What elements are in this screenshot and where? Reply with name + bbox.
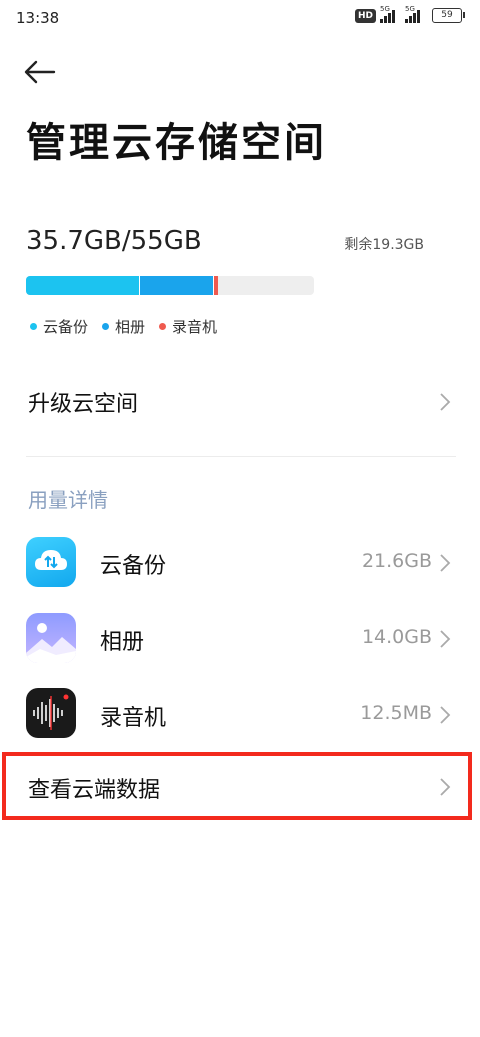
legend-label: 录音机 bbox=[172, 318, 218, 336]
legend-item-cloud-backup: 云备份 bbox=[30, 316, 88, 337]
usage-segment-cloud-backup bbox=[26, 276, 140, 295]
signal-icon-2: 5G bbox=[405, 5, 420, 23]
chevron-right-icon bbox=[440, 393, 451, 411]
legend-item-gallery: 相册 bbox=[102, 316, 145, 337]
usage-item-name: 云备份 bbox=[100, 554, 167, 579]
network-type-label: 5G bbox=[380, 4, 390, 13]
cloud-backup-icon bbox=[26, 537, 76, 587]
battery-icon: 59 bbox=[432, 8, 465, 23]
legend-label: 相册 bbox=[115, 318, 146, 336]
highlight-box bbox=[2, 752, 472, 820]
chevron-right-icon bbox=[440, 630, 451, 648]
legend-item-recorder: 录音机 bbox=[159, 316, 217, 337]
usage-item-size: 14.0GB bbox=[361, 626, 432, 648]
usage-item-cloud-backup[interactable]: 云备份 21.6GB bbox=[0, 532, 480, 594]
network-type-label-2: 5G bbox=[405, 4, 415, 13]
usage-item-name: 相册 bbox=[100, 630, 145, 655]
page-title: 管理云存储空间 bbox=[26, 119, 327, 166]
signal-icon: 5G bbox=[380, 5, 395, 23]
chevron-right-icon bbox=[440, 706, 451, 724]
gallery-icon bbox=[26, 613, 76, 663]
usage-item-gallery[interactable]: 相册 14.0GB bbox=[0, 608, 480, 670]
status-time: 13:38 bbox=[16, 9, 60, 27]
status-bar: 13:38 HD 5G 5G 59 bbox=[0, 0, 480, 36]
upgrade-cloud-space-row[interactable]: 升级云空间 bbox=[0, 372, 480, 432]
usage-item-size: 21.6GB bbox=[361, 550, 432, 572]
arrow-left-icon bbox=[24, 60, 56, 84]
legend-dot bbox=[159, 323, 167, 330]
usage-legend: 云备份 相册 录音机 bbox=[30, 316, 217, 337]
storage-remaining: 剩余19.3GB bbox=[344, 237, 424, 253]
storage-used-total: 35.7GB/55GB bbox=[26, 226, 202, 256]
usage-item-name: 录音机 bbox=[100, 706, 167, 731]
divider bbox=[26, 456, 456, 457]
back-button[interactable] bbox=[22, 56, 58, 88]
recorder-icon bbox=[26, 688, 76, 738]
usage-item-recorder[interactable]: 录音机 12.5MB bbox=[0, 684, 480, 746]
storage-usage-bar bbox=[26, 276, 314, 295]
status-icons: HD 5G 5G 59 bbox=[354, 5, 465, 23]
usage-item-size: 12.5MB bbox=[360, 702, 432, 724]
usage-section-header: 用量详情 bbox=[28, 488, 108, 512]
legend-dot bbox=[102, 323, 110, 330]
chevron-right-icon bbox=[440, 554, 451, 572]
legend-dot bbox=[30, 323, 37, 330]
hd-badge: HD bbox=[354, 8, 376, 23]
usage-segment-recorder bbox=[213, 276, 218, 295]
legend-label: 云备份 bbox=[43, 318, 89, 336]
usage-segment-gallery bbox=[139, 276, 214, 295]
upgrade-cloud-space-label: 升级云空间 bbox=[28, 392, 139, 417]
